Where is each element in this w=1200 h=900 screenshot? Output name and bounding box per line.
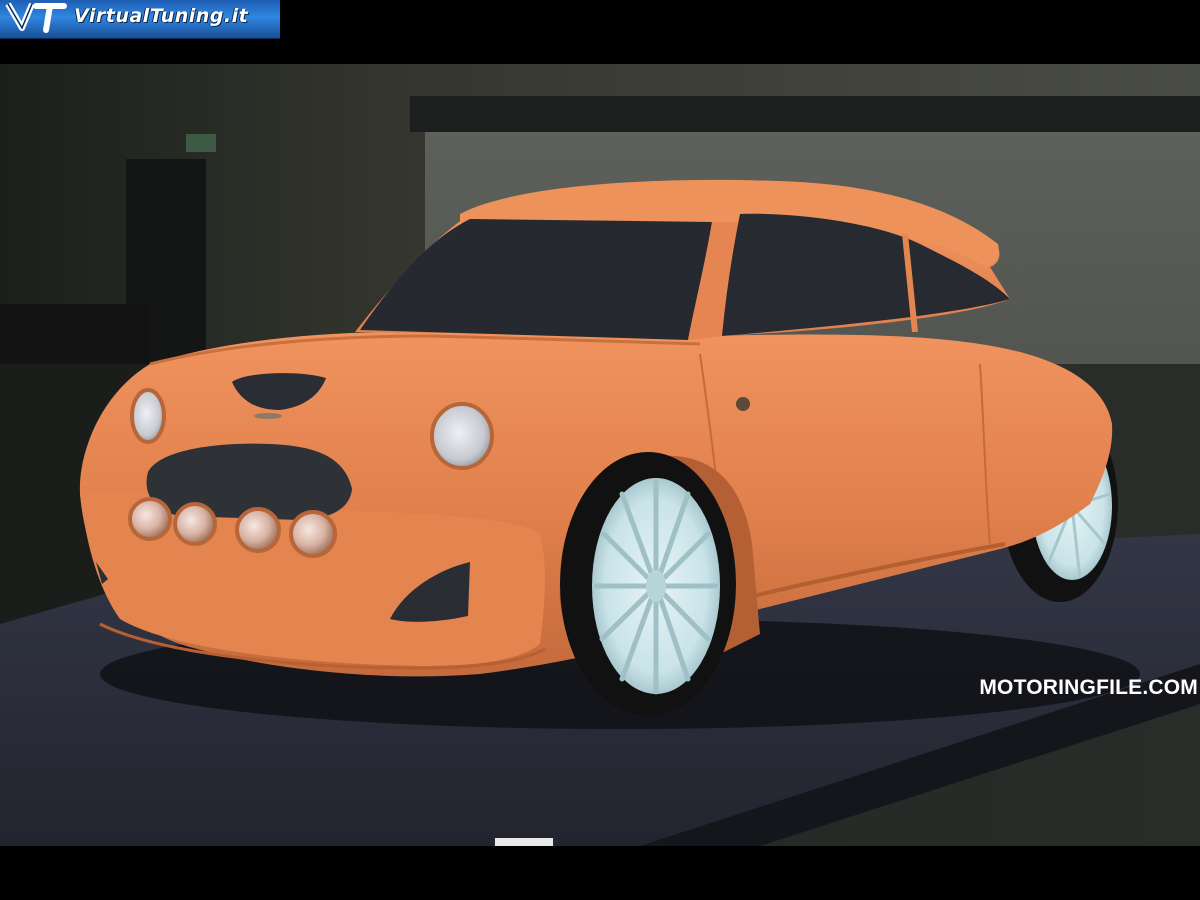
car-model-photo [0,64,1200,846]
wheel-hub [646,570,666,602]
side-badge [736,397,750,411]
headlight-right [430,402,494,470]
fog-lamp-3 [235,507,281,553]
photo-watermark: MOTORINGFILE.COM [979,676,1198,699]
fog-lamp-2 [173,502,217,546]
exit-sign [186,134,216,152]
image-frame: VirtualTuning.it MOTORINGFILE.COM [0,0,1200,900]
car-model-illustration [0,64,1200,846]
hood-emblem [254,413,282,419]
logo-text: VirtualTuning.it [74,5,249,27]
fog-lamp-1 [128,497,172,541]
vt-logo-icon [5,2,67,33]
front-grille [146,443,352,520]
platform-label-tag [495,838,553,846]
site-logo-banner[interactable]: VirtualTuning.it [0,0,280,39]
wall-rail [410,96,1200,132]
fog-lamp-4 [289,510,337,558]
headlight-left [130,388,166,444]
